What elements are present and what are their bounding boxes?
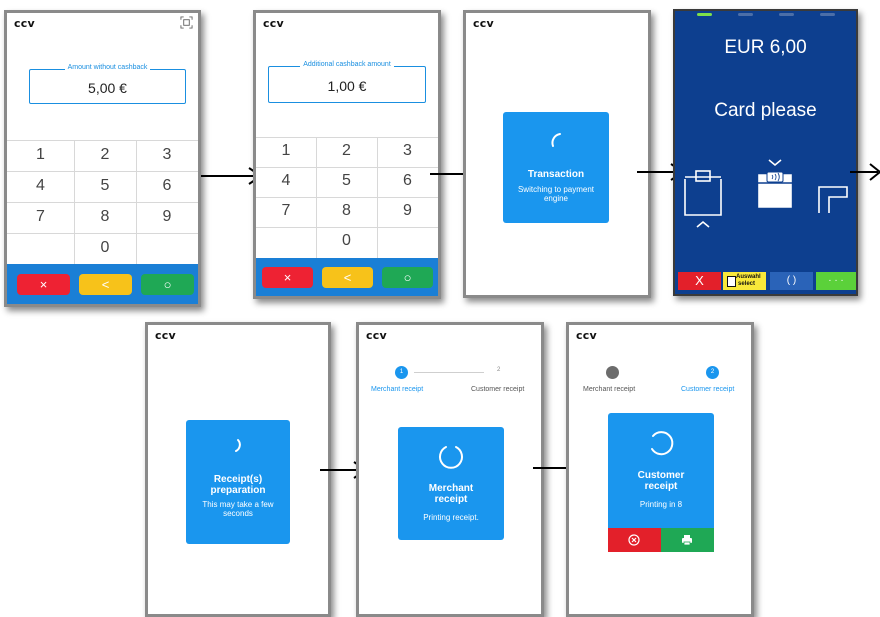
status-card: Merchant receipt Printing receipt. (398, 427, 504, 540)
cashback-field-label: Additional cashback amount (300, 61, 394, 68)
back-button[interactable]: < (322, 267, 373, 288)
key-4[interactable]: 4 (7, 177, 74, 195)
key-8[interactable]: 8 (74, 208, 136, 226)
key-0[interactable]: 0 (316, 232, 377, 250)
key-7[interactable]: 7 (256, 202, 316, 220)
ok-button[interactable]: ○ (141, 274, 194, 295)
progress-step (779, 13, 794, 16)
key-3[interactable]: 3 (136, 146, 198, 164)
action-bar: × < ○ (7, 264, 198, 304)
back-button[interactable]: < (79, 274, 132, 295)
key-0[interactable]: 0 (74, 239, 136, 257)
qr-scan-icon[interactable] (180, 16, 193, 29)
cancel-button[interactable]: × (262, 267, 313, 288)
ccv-logo: ccv (473, 17, 494, 30)
transaction-screen: ccv Transaction Switching to payment eng… (463, 10, 651, 298)
arrow-right-icon (850, 163, 880, 181)
merchant-receipt-screen: ccv 1 2 Merchant receipt Customer receip… (356, 322, 544, 617)
step-2-label: Customer receipt (681, 386, 735, 393)
amount-value: 5,00 € (88, 80, 127, 96)
select-checkbox-icon (727, 276, 736, 287)
ccv-logo: ccv (263, 17, 284, 30)
cancel-button[interactable]: × (17, 274, 70, 295)
key-5[interactable]: 5 (74, 177, 136, 195)
select-label-de: Auswahl (736, 274, 761, 280)
numeric-keypad: 1 2 3 4 5 6 7 8 9 0 (256, 137, 438, 260)
key-9[interactable]: 9 (377, 202, 438, 220)
cancel-circle-icon (628, 534, 640, 546)
amount-field-label: Amount without cashback (64, 64, 151, 71)
cancel-print-button[interactable] (608, 528, 661, 552)
step-2-indicator: 2 (497, 367, 501, 373)
ccv-logo: ccv (155, 329, 176, 342)
card-subtitle: Printing in 8 (639, 500, 683, 509)
print-button[interactable] (661, 528, 714, 552)
customer-receipt-screen: ccv 2 Merchant receipt Customer receipt … (566, 322, 754, 617)
spinner-icon (551, 133, 561, 147)
key-1[interactable]: 1 (7, 146, 74, 164)
printer-icon (682, 535, 692, 546)
key-4[interactable]: 4 (256, 172, 316, 190)
card-subtitle: Printing receipt. (423, 513, 479, 522)
terminal-button-bar: X Auswahl select ( ) · · · (675, 272, 856, 294)
amount-field[interactable]: Amount without cashback 5,00 € (29, 64, 186, 104)
card-title: Receipt(s) preparation (210, 474, 266, 496)
card-insert-icon (684, 170, 722, 228)
refresh-button[interactable]: ( ) (770, 272, 813, 290)
select-label-en: select (738, 281, 756, 287)
select-button[interactable]: Auswahl select (723, 272, 766, 290)
spinner-icon (235, 439, 241, 452)
card-terminal-screen: EUR 6,00 Card please X Auswahl select (… (673, 9, 858, 296)
amount-display: EUR 6,00 (724, 37, 807, 58)
more-button[interactable]: · · · (816, 272, 856, 290)
ok-button[interactable]: ○ (382, 267, 433, 288)
card-subtitle: Switching to payment engine (517, 185, 595, 203)
receipt-preparation-screen: ccv Receipt(s) preparation This may take… (145, 322, 331, 617)
key-3[interactable]: 3 (377, 142, 438, 160)
status-card: Customer receipt Printing in 8 (608, 413, 714, 552)
key-6[interactable]: 6 (136, 177, 198, 195)
ccv-logo: ccv (14, 17, 35, 30)
cancel-button[interactable]: X (678, 272, 721, 290)
step-1-completed-indicator (606, 366, 619, 379)
step-1-label: Merchant receipt (583, 386, 636, 393)
stepper-line (414, 372, 484, 373)
cashback-value: 1,00 € (327, 78, 367, 94)
card-prompt: Card please (714, 100, 817, 121)
step-2-label: Customer receipt (471, 386, 525, 393)
spinner-icon (651, 431, 674, 456)
card-title: Transaction (527, 169, 585, 180)
step-1-label: Merchant receipt (371, 386, 424, 393)
status-card: Receipt(s) preparation This may take a f… (186, 420, 290, 544)
spinner-icon (439, 446, 463, 469)
key-1[interactable]: 1 (256, 142, 316, 160)
ccv-logo: ccv (366, 329, 387, 342)
action-bar: × < ○ (256, 258, 438, 296)
key-5[interactable]: 5 (316, 172, 377, 190)
progress-step-active (697, 13, 712, 16)
contactless-icon (757, 159, 793, 208)
more-icon: · · · (828, 275, 844, 286)
ccv-logo: ccv (576, 329, 597, 342)
progress-step (738, 13, 753, 16)
key-7[interactable]: 7 (7, 208, 74, 226)
card-subtitle: This may take a few seconds (202, 500, 274, 518)
amount-entry-screen: ccv Amount without cashback 5,00 € 1 2 3… (4, 10, 201, 307)
key-9[interactable]: 9 (136, 208, 198, 226)
card-title: Merchant receipt (428, 483, 474, 505)
step-1-indicator: 1 (395, 366, 408, 379)
step-2-indicator: 2 (706, 366, 719, 379)
progress-step (820, 13, 835, 16)
refresh-icon: ( ) (786, 275, 797, 286)
cancel-label: X (695, 273, 704, 288)
key-2[interactable]: 2 (74, 146, 136, 164)
cashback-field[interactable]: Additional cashback amount 1,00 € (268, 61, 426, 103)
numeric-keypad: 1 2 3 4 5 6 7 8 9 0 (7, 140, 198, 265)
key-2[interactable]: 2 (316, 142, 377, 160)
card-title: Customer receipt (637, 470, 685, 492)
card-swipe-icon (818, 186, 848, 213)
key-8[interactable]: 8 (316, 202, 377, 220)
status-card: Transaction Switching to payment engine (503, 112, 609, 223)
cashback-entry-screen: ccv Additional cashback amount 1,00 € 1 … (253, 10, 441, 299)
